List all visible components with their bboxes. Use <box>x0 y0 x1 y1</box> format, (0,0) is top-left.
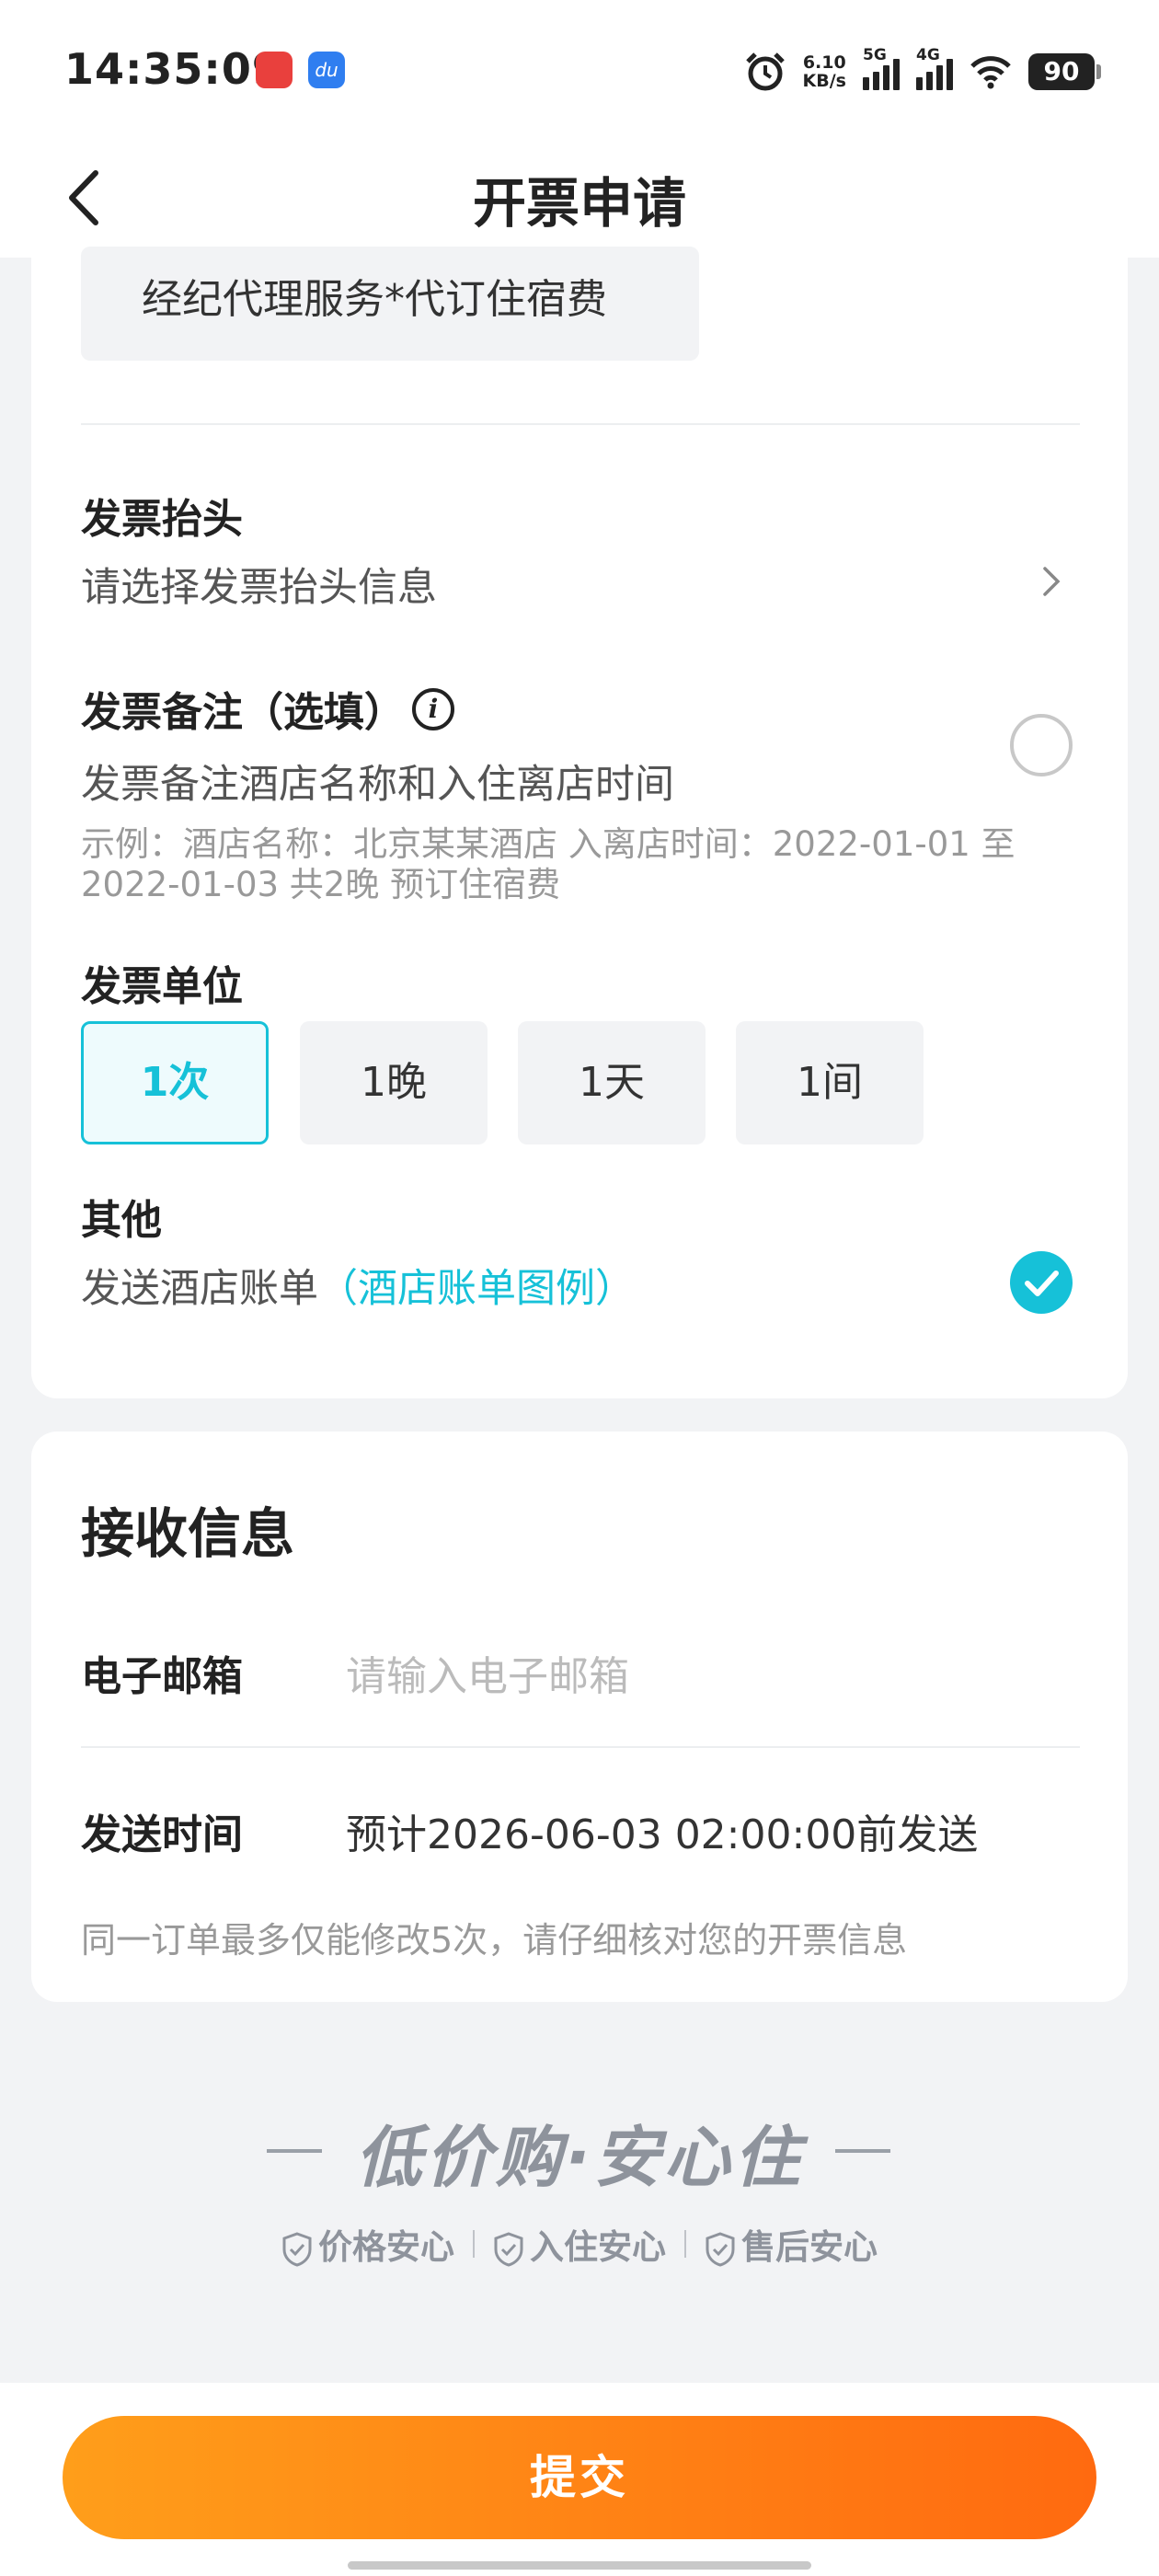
modify-limit-note: 同一订单最多仅能修改5次，请仔细核对您的开票信息 <box>81 1920 908 1961</box>
info-icon[interactable]: i <box>412 688 454 730</box>
net-speed-value: 6.10 <box>802 52 846 73</box>
net-speed: 6.10 KB/s <box>803 53 846 90</box>
slogan-line-right <box>835 2149 890 2153</box>
invoice-remark-example: 示例：酒店名称：北京某某酒店 入离店时间：2022-01-01 至 2022-0… <box>81 824 1016 904</box>
shield-check-icon <box>282 2231 312 2267</box>
assurance-checkin: 入住安心 <box>493 2219 666 2269</box>
invoice-remark-label: 发票备注（选填） i <box>81 679 454 738</box>
assurance-price: 价格安心 <box>281 2219 454 2269</box>
invoice-header-label: 发票抬头 <box>81 496 243 543</box>
status-time: 14:35:09 <box>64 44 282 94</box>
send-hotel-bill-text: 发送酒店账单 <box>81 1266 318 1312</box>
assurance-row: 价格安心 入住安心 售后安心 <box>0 2219 1159 2269</box>
assurance-aftersale-text: 售后安心 <box>741 2227 878 2267</box>
email-input[interactable]: 请输入电子邮箱 <box>346 1643 629 1702</box>
unit-option-1-day[interactable]: 1天 <box>518 1021 706 1144</box>
send-hotel-bill-option: 发送酒店账单（酒店账单图例） <box>81 1257 635 1314</box>
divider <box>81 1746 1080 1748</box>
separator <box>684 2230 686 2258</box>
receive-info-title: 接收信息 <box>81 1502 295 1565</box>
hotel-bill-example-link[interactable]: （酒店账单图例） <box>318 1266 635 1312</box>
invoice-unit-label: 发票单位 <box>81 963 243 1010</box>
invoice-remark-label-text: 发票备注（选填） <box>81 689 405 736</box>
du-app-notification-icon: du <box>308 52 345 88</box>
slogan: 低价购·安心住 <box>355 2119 804 2196</box>
app-notification-icon <box>256 52 293 88</box>
email-label: 电子邮箱 <box>81 1653 243 1700</box>
status-bar: 14:35:09 du 6.10 KB/s 5G 4G 90 <box>0 0 1159 138</box>
checkmark-icon <box>1025 1271 1059 1296</box>
send-time-value: 预计2026-06-03 02:00:00前发送 <box>346 1811 979 1858</box>
unit-option-1-time[interactable]: 1次 <box>81 1021 269 1144</box>
unit-option-1-room[interactable]: 1间 <box>736 1021 924 1144</box>
signal-5g-label: 5G <box>863 46 887 64</box>
battery-icon: 90 <box>1028 53 1101 90</box>
nav-bar: 开票申请 <box>0 138 1159 258</box>
signal-4g-label: 4G <box>916 46 940 64</box>
invoice-item-chip: 经纪代理服务*代订住宿费 <box>81 247 699 361</box>
page-title: 开票申请 <box>472 172 686 235</box>
assurance-aftersale: 售后安心 <box>705 2219 878 2269</box>
alarm-icon <box>745 52 785 91</box>
invoice-remark-option: 发票备注酒店名称和入住离店时间 <box>81 762 674 808</box>
assurance-checkin-text: 入住安心 <box>530 2227 666 2267</box>
separator <box>473 2230 475 2258</box>
divider <box>81 423 1080 425</box>
net-speed-unit: KB/s <box>802 71 846 91</box>
submit-button[interactable]: 提交 <box>63 2416 1096 2539</box>
wifi-icon <box>970 56 1011 89</box>
signal-5g-icon: 5G <box>863 46 900 90</box>
shield-check-icon <box>706 2231 735 2267</box>
chevron-right-icon[interactable] <box>1039 563 1063 600</box>
status-icons: 6.10 KB/s 5G 4G 90 <box>744 46 1101 98</box>
other-label: 其他 <box>81 1197 162 1244</box>
invoice-header-selector[interactable]: 请选择发票抬头信息 <box>81 556 437 613</box>
signal-4g-icon: 4G <box>916 46 953 90</box>
unit-option-1-night[interactable]: 1晚 <box>300 1021 488 1144</box>
home-indicator[interactable] <box>348 2561 811 2570</box>
send-hotel-bill-checkbox[interactable] <box>1010 1251 1073 1314</box>
assurance-price-text: 价格安心 <box>318 2227 454 2267</box>
remark-radio-button[interactable] <box>1010 714 1073 776</box>
send-time-label: 发送时间 <box>81 1811 243 1858</box>
shield-check-icon <box>494 2231 523 2267</box>
